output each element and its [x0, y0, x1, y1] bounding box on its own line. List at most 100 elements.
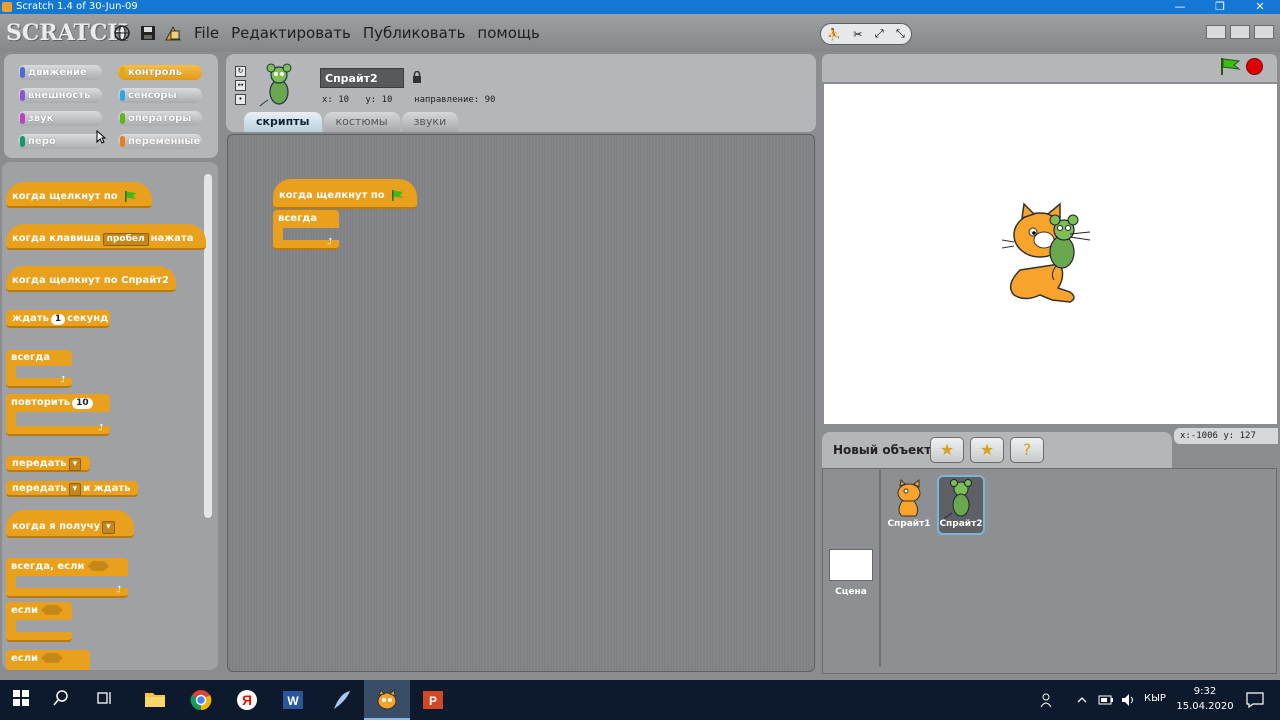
- input-language[interactable]: КЫР: [1144, 693, 1166, 704]
- sprite-tile-sprite2[interactable]: Спрайт2: [937, 475, 985, 535]
- block-label: когда клавиша: [12, 233, 101, 244]
- stage-thumbnail[interactable]: [829, 549, 873, 581]
- chevron-up-icon[interactable]: [1076, 694, 1088, 706]
- block-bottom: [6, 426, 110, 436]
- script-when-flag-clicked[interactable]: когда щелкнут по: [273, 179, 417, 209]
- paint-new-sprite-button[interactable]: ★: [930, 437, 964, 463]
- block-label: когда я получу: [12, 521, 101, 532]
- block-if[interactable]: если: [6, 602, 74, 646]
- taskbar-scratch[interactable]: [364, 680, 410, 720]
- sprite-position-readout: x: 10 y: 10 направление: 90: [322, 95, 495, 105]
- grow-icon[interactable]: ⤢: [875, 27, 884, 41]
- close-button[interactable]: ✕: [1240, 0, 1280, 14]
- choose-sprite-from-file-button[interactable]: ★: [970, 437, 1004, 463]
- condition-slot[interactable]: [41, 605, 64, 615]
- battery-icon[interactable]: [1098, 694, 1114, 706]
- block-forever-if[interactable]: всегда, если ⮥: [6, 558, 130, 600]
- palette-scrollbar[interactable]: [204, 174, 212, 518]
- taskbar-chrome[interactable]: [178, 680, 224, 720]
- sprite-name-field[interactable]: Спрайт2: [320, 68, 404, 88]
- block-repeat[interactable]: повторить 10 ⮥: [6, 394, 112, 438]
- block-wait[interactable]: ждать 1 секунд: [6, 310, 110, 328]
- key-dropdown[interactable]: пробел: [102, 233, 149, 246]
- condition-slot[interactable]: [87, 561, 110, 571]
- category-sensing[interactable]: сенсоры: [118, 88, 202, 103]
- stage-sprites[interactable]: [1000, 200, 1100, 310]
- category-selector: движение контроль внешность сенсоры звук…: [4, 54, 218, 158]
- stop-button[interactable]: [1246, 58, 1263, 75]
- clock-date: 15.04.2020: [1176, 701, 1234, 712]
- green-flag-button[interactable]: [1219, 57, 1241, 75]
- message-dropdown[interactable]: ▾: [68, 458, 82, 471]
- category-motion[interactable]: движение: [18, 65, 102, 80]
- maximize-button[interactable]: ❐: [1200, 0, 1240, 14]
- people-icon[interactable]: [1040, 692, 1056, 708]
- stage-view-buttons: [1206, 25, 1274, 39]
- category-operators[interactable]: операторы: [118, 111, 202, 126]
- notifications-icon[interactable]: [1246, 692, 1264, 708]
- taskbar-word[interactable]: W: [270, 680, 316, 720]
- repeat-count-input[interactable]: 10: [72, 398, 93, 409]
- no-rotate-icon[interactable]: •: [235, 94, 246, 105]
- svg-text:Я: Я: [242, 692, 252, 708]
- block-bottom: [6, 588, 128, 598]
- block-label: ждать: [12, 313, 49, 324]
- delete-scissors-icon[interactable]: ✂: [853, 28, 862, 41]
- message-dropdown[interactable]: ▾: [68, 483, 82, 496]
- feather-app-icon: [334, 691, 350, 709]
- menu-file[interactable]: File: [194, 24, 219, 42]
- category-sound[interactable]: звук: [18, 111, 102, 126]
- menu-help[interactable]: помощь: [477, 24, 539, 42]
- scripts-area[interactable]: когда щелкнут по всегда ⮥: [227, 134, 815, 672]
- system-clock[interactable]: 9:32 15.04.2020: [1170, 684, 1240, 714]
- minimize-button[interactable]: —: [1160, 0, 1200, 14]
- small-stage-icon[interactable]: [1206, 25, 1226, 39]
- menu-edit[interactable]: Редактировать: [231, 24, 351, 42]
- rotate-all-around-icon[interactable]: ↻: [235, 66, 246, 77]
- block-broadcast-and-wait[interactable]: передать ▾ и ждать: [6, 481, 138, 497]
- sprite-tile-sprite1[interactable]: Спрайт1: [885, 477, 933, 537]
- script-forever[interactable]: всегда ⮥: [273, 210, 341, 252]
- category-variables[interactable]: переменные: [118, 134, 202, 149]
- message-dropdown[interactable]: ▾: [102, 521, 115, 534]
- block-if-else[interactable]: если: [6, 650, 92, 670]
- tab-scripts[interactable]: скрипты: [244, 112, 322, 132]
- sprite-tools: ⛹ ✂ ⤢ ⤡: [820, 23, 912, 45]
- category-looks[interactable]: внешность: [18, 88, 102, 103]
- presentation-mode-icon[interactable]: [1254, 25, 1274, 39]
- random-sprite-button[interactable]: ?: [1010, 437, 1044, 463]
- condition-slot[interactable]: [41, 653, 64, 663]
- globe-icon[interactable]: [113, 24, 131, 42]
- duplicate-icon[interactable]: ⛹: [827, 28, 841, 41]
- category-pen[interactable]: перо: [18, 134, 102, 149]
- volume-icon[interactable]: [1120, 692, 1136, 708]
- lock-icon[interactable]: [412, 71, 422, 83]
- block-label: всегда: [11, 352, 51, 363]
- task-view-button[interactable]: [84, 680, 130, 720]
- save-icon[interactable]: [139, 24, 157, 42]
- tab-sounds[interactable]: звуки: [401, 112, 459, 132]
- block-when-sprite-clicked[interactable]: когда щелкнут по Спрайт2: [6, 266, 176, 292]
- block-forever[interactable]: всегда ⮥: [6, 350, 74, 390]
- block-when-i-receive[interactable]: когда я получу ▾: [6, 510, 134, 538]
- taskbar-app[interactable]: [318, 680, 364, 720]
- category-control[interactable]: контроль: [118, 65, 202, 80]
- taskbar-explorer[interactable]: [132, 680, 178, 720]
- y-label: y:: [365, 95, 377, 105]
- stage-label: Сцена: [835, 587, 867, 597]
- block-side: [6, 576, 16, 588]
- block-when-flag-clicked[interactable]: когда щелкнут по: [6, 182, 152, 208]
- cat-thumbnail: [897, 479, 921, 517]
- share-icon[interactable]: [164, 24, 182, 42]
- taskbar-powerpoint[interactable]: P: [410, 680, 456, 720]
- menu-share[interactable]: Публиковать: [363, 24, 466, 42]
- tab-costumes[interactable]: костюмы: [323, 112, 400, 132]
- block-broadcast[interactable]: передать ▾: [6, 456, 90, 472]
- shrink-icon[interactable]: ⤡: [896, 27, 905, 41]
- taskbar-yandex[interactable]: Я: [224, 680, 270, 720]
- left-right-flip-icon[interactable]: ↔: [235, 80, 246, 91]
- normal-stage-icon[interactable]: [1230, 25, 1250, 39]
- wait-seconds-input[interactable]: 1: [50, 314, 66, 325]
- block-when-key-pressed[interactable]: когда клавиша пробел нажата: [6, 224, 206, 250]
- search-button[interactable]: [40, 680, 86, 720]
